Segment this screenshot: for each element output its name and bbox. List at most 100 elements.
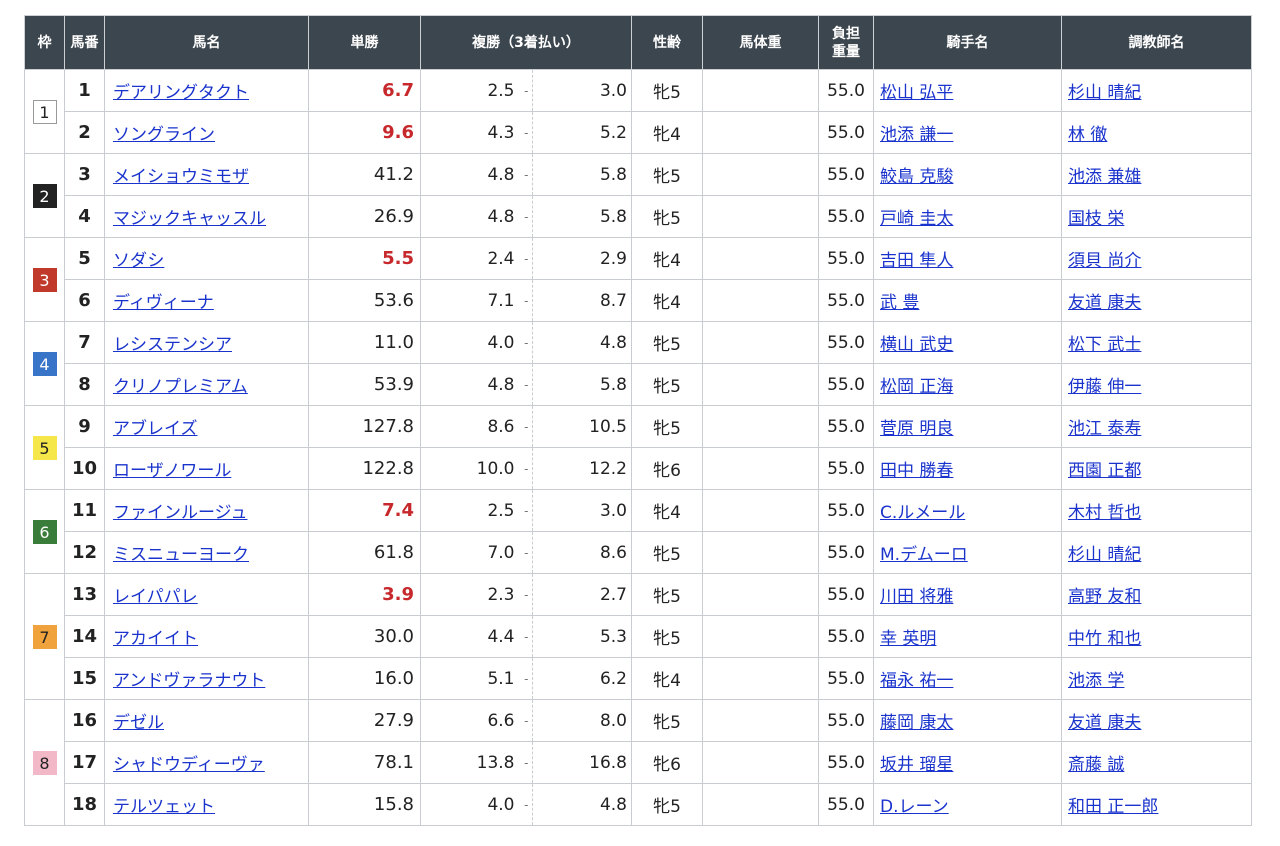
horse-name-cell: ソングライン <box>104 111 309 154</box>
umaban-cell: 5 <box>64 237 105 280</box>
trainer-link[interactable]: 杉山 晴紀 <box>1068 545 1141 565</box>
trainer-cell: 池添 兼雄 <box>1061 153 1252 196</box>
jockey-cell: 福永 祐一 <box>873 657 1062 700</box>
trainer-link[interactable]: 松下 武士 <box>1068 335 1141 355</box>
trainer-link[interactable]: 木村 哲也 <box>1068 503 1141 523</box>
trainer-cell: 木村 哲也 <box>1061 489 1252 532</box>
trainer-link[interactable]: 池添 学 <box>1068 671 1124 691</box>
jockey-link[interactable]: 戸崎 圭太 <box>880 209 953 229</box>
trainer-link[interactable]: 伊藤 伸一 <box>1068 377 1141 397</box>
jockey-link[interactable]: 藤岡 康太 <box>880 713 953 733</box>
jockey-link[interactable]: 武 豊 <box>880 293 919 313</box>
horse-name-link[interactable]: アブレイズ <box>113 419 198 439</box>
umaban-cell: 16 <box>64 699 105 742</box>
jockey-link[interactable]: 坂井 瑠星 <box>880 755 953 775</box>
jockey-cell: 川田 将雅 <box>873 573 1062 616</box>
fukusho-range-dash: - <box>520 363 533 406</box>
trainer-cell: 友道 康夫 <box>1061 699 1252 742</box>
tansho-odds: 5.5 <box>308 237 421 280</box>
trainer-link[interactable]: 杉山 晴紀 <box>1068 83 1141 103</box>
horse-name-link[interactable]: シャドウディーヴァ <box>113 755 265 775</box>
umaban-cell: 6 <box>64 279 105 322</box>
fukusho-max-odds: 6.2 <box>532 657 632 700</box>
jockey-link[interactable]: 池添 謙一 <box>880 125 953 145</box>
horse-name-link[interactable]: クリノプレミアム <box>113 377 248 397</box>
horse-name-link[interactable]: ローザノワール <box>113 461 231 481</box>
horse-name-link[interactable]: アカイイト <box>113 629 198 649</box>
fukusho-range-dash: - <box>520 321 533 364</box>
umaban-cell: 13 <box>64 573 105 616</box>
table-row: 4 マジックキャッスル 26.9 4.8-5.8 牝5 55.0 戸崎 圭太 国枝 栄 <box>25 195 1252 238</box>
trainer-link[interactable]: 西園 正都 <box>1068 461 1141 481</box>
table-row: 3 5 ソダシ 5.5 2.4-2.9 牝4 55.0 吉田 隼人 須貝 尚介 <box>24 237 1252 322</box>
horse-name-link[interactable]: マジックキャッスル <box>113 209 266 229</box>
horse-name-cell: レシステンシア <box>104 321 309 364</box>
fukusho-min-odds: 2.5 <box>420 69 521 112</box>
horse-name-link[interactable]: ファインルージュ <box>113 503 247 523</box>
jockey-cell: 松岡 正海 <box>873 363 1062 406</box>
fukusho-max-odds: 5.8 <box>532 153 632 196</box>
trainer-link[interactable]: 和田 正一郎 <box>1068 797 1158 817</box>
jockey-link[interactable]: 川田 将雅 <box>880 587 953 607</box>
tansho-odds: 3.9 <box>308 573 421 616</box>
trainer-link[interactable]: 林 徹 <box>1068 125 1107 145</box>
tansho-odds: 7.4 <box>308 489 421 532</box>
horse-name-link[interactable]: メイショウミモザ <box>113 167 249 187</box>
trainer-link[interactable]: 友道 康夫 <box>1068 713 1141 733</box>
horse-name-link[interactable]: デアリングタクト <box>113 83 249 103</box>
trainer-link[interactable]: 国枝 栄 <box>1068 209 1124 229</box>
trainer-link[interactable]: 斎藤 誠 <box>1068 755 1124 775</box>
horse-name-link[interactable]: ソダシ <box>113 251 164 271</box>
tansho-odds: 16.0 <box>308 657 421 700</box>
jockey-link[interactable]: 松山 弘平 <box>880 83 953 103</box>
jockey-link[interactable]: 幸 英明 <box>880 629 936 649</box>
race-table-container: 枠 馬番 馬名 単勝 複勝（3着払い） 性齢 馬体重 負担 重量 騎手名 調教師名… <box>24 15 1252 826</box>
jockey-link[interactable]: C.ルメール <box>880 503 965 523</box>
jockey-link[interactable]: 松岡 正海 <box>880 377 953 397</box>
horse-name-link[interactable]: ソングライン <box>113 125 215 145</box>
jockey-cell: 坂井 瑠星 <box>873 741 1062 784</box>
carried-weight-cell: 55.0 <box>818 573 874 616</box>
horse-name-link[interactable]: レイパパレ <box>113 587 198 607</box>
trainer-link[interactable]: 須貝 尚介 <box>1068 251 1141 271</box>
jockey-link[interactable]: 菅原 明良 <box>880 419 953 439</box>
jockey-link[interactable]: 田中 勝春 <box>880 461 953 481</box>
horse-name-cell: デゼル <box>104 699 309 742</box>
table-row: 15 アンドヴァラナウト 16.0 5.1-6.2 牝4 55.0 福永 祐一 池添 学 <box>25 657 1252 700</box>
jockey-link[interactable]: D.レーン <box>880 797 949 817</box>
trainer-link[interactable]: 池添 兼雄 <box>1068 167 1141 187</box>
trainer-cell: 西園 正都 <box>1061 447 1252 490</box>
jockey-link[interactable]: 福永 祐一 <box>880 671 953 691</box>
umaban-cell: 18 <box>64 783 105 826</box>
horse-name-link[interactable]: ディヴィーナ <box>113 293 214 313</box>
fukusho-range-dash: - <box>520 741 533 784</box>
tansho-odds: 9.6 <box>308 111 421 154</box>
horse-name-cell: テルツェット <box>104 783 309 826</box>
body-weight-cell <box>702 69 819 112</box>
fukusho-max-odds: 5.2 <box>532 111 632 154</box>
header-body-weight: 馬体重 <box>702 15 819 70</box>
waku-badge: 2 <box>32 183 57 208</box>
trainer-link[interactable]: 高野 友和 <box>1068 587 1141 607</box>
horse-name-link[interactable]: デゼル <box>113 713 164 733</box>
horse-name-link[interactable]: テルツェット <box>113 797 215 817</box>
jockey-link[interactable]: M.デムーロ <box>880 545 968 565</box>
horse-name-cell: ローザノワール <box>104 447 309 490</box>
jockey-link[interactable]: 吉田 隼人 <box>880 251 953 271</box>
tansho-odds: 27.9 <box>308 699 421 742</box>
horse-name-link[interactable]: レシステンシア <box>113 335 232 355</box>
trainer-link[interactable]: 友道 康夫 <box>1068 293 1141 313</box>
trainer-link[interactable]: 池江 泰寿 <box>1068 419 1141 439</box>
jockey-link[interactable]: 鮫島 克駿 <box>880 167 953 187</box>
jockey-cell: M.デムーロ <box>873 531 1062 574</box>
fukusho-max-odds: 5.8 <box>532 195 632 238</box>
horse-name-link[interactable]: アンドヴァラナウト <box>113 671 265 691</box>
fukusho-max-odds: 16.8 <box>532 741 632 784</box>
jockey-link[interactable]: 横山 武史 <box>880 335 953 355</box>
trainer-link[interactable]: 中竹 和也 <box>1068 629 1141 649</box>
body-weight-cell <box>702 153 819 196</box>
fukusho-max-odds: 3.0 <box>532 69 632 112</box>
fukusho-max-odds: 5.3 <box>532 615 632 658</box>
header-carried-weight-line1: 負担 <box>832 25 860 42</box>
horse-name-link[interactable]: ミスニューヨーク <box>113 545 249 565</box>
